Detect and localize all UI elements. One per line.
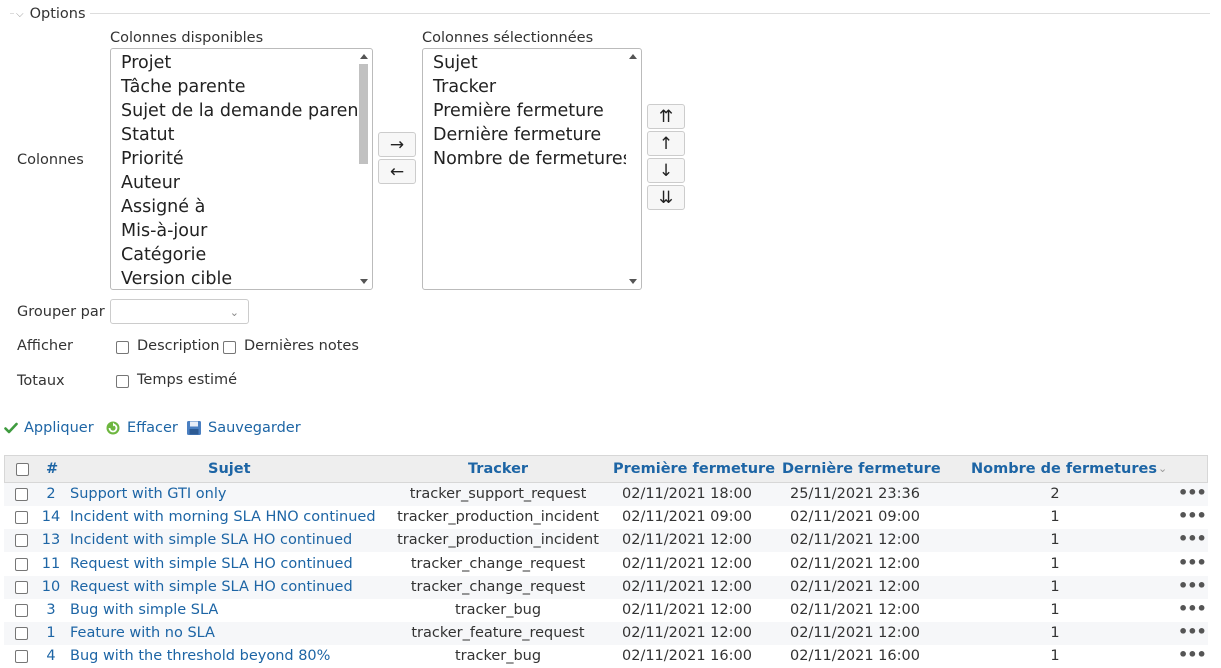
available-columns-title: Colonnes disponibles xyxy=(110,30,264,46)
row-actions-menu-icon[interactable]: ••• xyxy=(1178,483,1207,506)
estimated-time-label[interactable]: Temps estimé xyxy=(137,372,237,388)
description-checkbox[interactable] xyxy=(116,341,129,354)
row-actions-menu-icon[interactable]: ••• xyxy=(1178,553,1207,576)
selected-columns-title: Colonnes sélectionnées xyxy=(422,30,594,46)
options-toggle[interactable]: ⌵ Options xyxy=(14,4,90,24)
clear-label[interactable]: Effacer xyxy=(127,420,178,436)
move-bottom-button[interactable]: ⇊ xyxy=(647,185,685,210)
columns-label: Colonnes xyxy=(17,152,84,168)
move-up-button[interactable]: ↑ xyxy=(647,131,685,156)
options-legend-label: Options xyxy=(29,6,86,22)
display-label: Afficher xyxy=(17,338,73,354)
first-close-column-header[interactable]: Première fermeture xyxy=(613,456,775,484)
issue-subject-link[interactable]: Request with simple SLA HO continued xyxy=(70,576,353,599)
move-top-button[interactable]: ⇈ xyxy=(647,104,685,129)
scroll-down-icon[interactable] xyxy=(360,279,368,284)
available-column-option[interactable]: Catégorie xyxy=(121,243,372,267)
add-column-button[interactable]: → xyxy=(378,132,416,157)
issue-subject-link[interactable]: Incident with simple SLA HO continued xyxy=(70,529,352,552)
issue-subject-link[interactable]: Incident with morning SLA HNO continued xyxy=(70,506,376,529)
table-row[interactable]: 13 Incident with simple SLA HO continued t… xyxy=(4,529,1208,553)
select-all-checkbox[interactable] xyxy=(16,463,29,476)
selected-column-option[interactable]: Nombre de fermetures xyxy=(433,147,641,171)
save-link[interactable]: Sauvegarder xyxy=(186,420,301,436)
table-row[interactable]: 11 Request with simple SLA HO continued tr… xyxy=(4,553,1208,576)
table-row[interactable]: 14 Incident with morning SLA HNO continue… xyxy=(4,506,1208,529)
close-count: 1 xyxy=(1050,509,1060,526)
row-actions-menu-icon[interactable]: ••• xyxy=(1178,529,1207,552)
available-column-option[interactable]: Version cible xyxy=(121,267,372,289)
row-actions-menu-icon[interactable]: ••• xyxy=(1178,599,1207,622)
close-count: 1 xyxy=(1050,532,1060,549)
clear-link[interactable]: Effacer xyxy=(105,420,178,436)
close-count: 1 xyxy=(1050,555,1060,572)
last-notes-checkbox[interactable] xyxy=(223,341,236,354)
estimated-time-checkbox[interactable] xyxy=(116,375,129,388)
scroll-down-icon[interactable] xyxy=(629,279,637,284)
issue-subject-link[interactable]: Feature with no SLA xyxy=(70,622,215,645)
issue-subject-link[interactable]: Support with GTI only xyxy=(70,483,226,506)
row-actions-menu-icon[interactable]: ••• xyxy=(1178,622,1207,645)
tracker-column-header[interactable]: Tracker xyxy=(468,456,528,484)
save-icon xyxy=(187,421,201,435)
issues-table-header: # Sujet Tracker Première fermeture Derni… xyxy=(4,455,1208,483)
group-by-label: Grouper par xyxy=(17,304,105,320)
available-column-option[interactable]: Tâche parente xyxy=(121,75,372,99)
id-column-header[interactable]: # xyxy=(46,456,58,484)
chevron-down-icon: ⌄ xyxy=(229,306,239,319)
available-column-option[interactable]: Assigné à xyxy=(121,195,372,219)
table-row[interactable]: 3 Bug with simple SLA tracker_bug 02/11/202… xyxy=(4,599,1208,622)
totals-label: Totaux xyxy=(17,373,65,389)
close-count: 1 xyxy=(1050,602,1060,618)
selected-column-option[interactable]: Dernière fermeture xyxy=(433,123,641,147)
remove-column-button[interactable]: ← xyxy=(378,159,416,184)
move-down-button[interactable]: ↓ xyxy=(647,158,685,183)
apply-link[interactable]: Appliquer xyxy=(4,420,94,436)
scrollbar-thumb[interactable] xyxy=(359,64,368,164)
available-column-option[interactable]: Sujet de la demande parent xyxy=(121,99,372,123)
last-notes-label[interactable]: Dernières notes xyxy=(244,338,359,354)
selected-column-option[interactable]: Première fermeture xyxy=(433,99,641,123)
selected-columns-scrollbar[interactable] xyxy=(626,50,640,288)
reload-icon xyxy=(106,421,120,435)
issue-subject-link[interactable]: Bug with simple SLA xyxy=(70,599,218,622)
table-row[interactable]: 2 Support with GTI only tracker_support_re… xyxy=(4,483,1208,506)
options-divider xyxy=(10,13,1210,14)
group-by-select[interactable]: ⌄ xyxy=(110,299,249,324)
table-row[interactable]: 1 Feature with no SLA tracker_feature_requ… xyxy=(4,622,1208,646)
subject-column-header[interactable]: Sujet xyxy=(208,456,251,484)
close-count: 2 xyxy=(1050,486,1060,502)
available-column-option[interactable]: Mis-à-jour xyxy=(121,219,372,243)
available-column-option[interactable]: Priorité xyxy=(121,147,372,171)
scroll-up-icon[interactable] xyxy=(629,54,637,59)
available-columns-list[interactable]: Projet Tâche parente Sujet de la demande p… xyxy=(110,48,373,290)
apply-label[interactable]: Appliquer xyxy=(24,420,94,436)
selected-column-option[interactable]: Sujet xyxy=(433,51,641,75)
selected-columns-list[interactable]: Sujet Tracker Première fermeture Dernière f… xyxy=(422,48,642,290)
sort-desc-icon: ⌄ xyxy=(1158,462,1168,475)
available-column-option[interactable]: Auteur xyxy=(121,171,372,195)
row-actions-menu-icon[interactable]: ••• xyxy=(1178,506,1207,529)
available-column-option[interactable]: Statut xyxy=(121,123,372,147)
close-count: 1 xyxy=(1050,578,1060,595)
save-label[interactable]: Sauvegarder xyxy=(208,420,301,436)
chevron-down-icon: ⌵ xyxy=(16,8,24,20)
close-count: 1 xyxy=(1050,625,1060,642)
available-column-option[interactable]: Projet xyxy=(121,51,372,75)
description-label[interactable]: Description xyxy=(137,338,220,354)
scroll-up-icon[interactable] xyxy=(360,54,368,59)
table-row[interactable]: 10 Request with simple SLA HO continued tr… xyxy=(4,575,1208,599)
selected-column-option[interactable]: Tracker xyxy=(433,75,641,99)
available-columns-scrollbar[interactable] xyxy=(357,50,371,288)
last-close-column-header[interactable]: Dernière fermeture xyxy=(782,456,941,484)
issue-subject-link[interactable]: Request with simple SLA HO continued xyxy=(70,553,353,576)
row-actions-menu-icon[interactable]: ••• xyxy=(1178,576,1207,599)
check-icon xyxy=(4,422,18,434)
close-count-column-header[interactable]: Nombre de fermetures xyxy=(971,456,1157,484)
